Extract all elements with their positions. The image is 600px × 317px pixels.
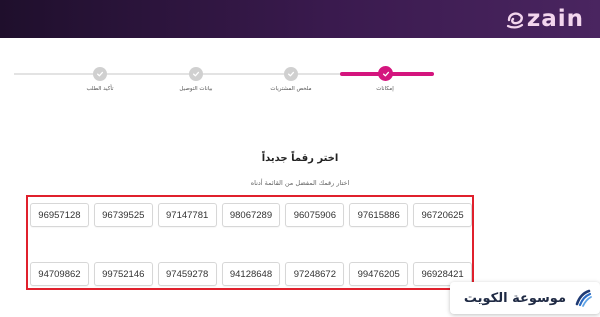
- number-option[interactable]: 99752146: [93, 262, 153, 286]
- number-option[interactable]: 97615886: [349, 203, 409, 227]
- step-2-label: بيانات التوصيل: [179, 86, 213, 92]
- page-title: اختر رقماً جديداً: [261, 153, 339, 164]
- step-4-check-icon: [378, 66, 393, 81]
- app-header: zain: [0, 0, 600, 38]
- step-4-label: إمكانات: [376, 86, 394, 92]
- number-option[interactable]: 96739525: [93, 203, 153, 227]
- number-option[interactable]: 96957128: [30, 203, 89, 227]
- watermark-badge: موسوعة الكويت: [450, 282, 600, 314]
- zain-swirl-icon: [506, 12, 523, 29]
- watermark-text: موسوعة الكويت: [463, 290, 566, 306]
- number-option[interactable]: 94709862: [30, 262, 89, 286]
- number-option[interactable]: 96720625: [413, 203, 473, 227]
- step-3-label: ملخص المشتريات: [270, 86, 312, 92]
- step-1-label: تأكيد الطلب: [86, 86, 114, 92]
- checkout-stepper: تأكيد الطلب بيانات التوصيل ملخص المشتريا…: [0, 62, 600, 102]
- number-row-1: 96957128 96739525 97147781 98067289 9607…: [30, 203, 473, 227]
- kuwait-encyclopedia-logo-icon: [573, 288, 593, 308]
- step-1-check-icon: [93, 67, 107, 81]
- number-option[interactable]: 96075906: [285, 203, 345, 227]
- number-row-2: 94709862 99752146 97459278 94128648 9724…: [30, 262, 473, 286]
- page-subtitle: اختار رقمك المفضل من القائمة أدناه: [250, 179, 350, 187]
- step-3-check-icon: [284, 67, 298, 81]
- number-option[interactable]: 98067289: [221, 203, 281, 227]
- zain-logo[interactable]: zain: [505, 5, 584, 33]
- step-2-check-icon: [189, 67, 203, 81]
- number-option[interactable]: 97459278: [157, 262, 217, 286]
- number-option[interactable]: 94128648: [221, 262, 281, 286]
- number-option[interactable]: 99476205: [349, 262, 409, 286]
- number-option[interactable]: 97248672: [285, 262, 345, 286]
- zain-logo-text: zain: [526, 6, 584, 32]
- number-option[interactable]: 97147781: [157, 203, 217, 227]
